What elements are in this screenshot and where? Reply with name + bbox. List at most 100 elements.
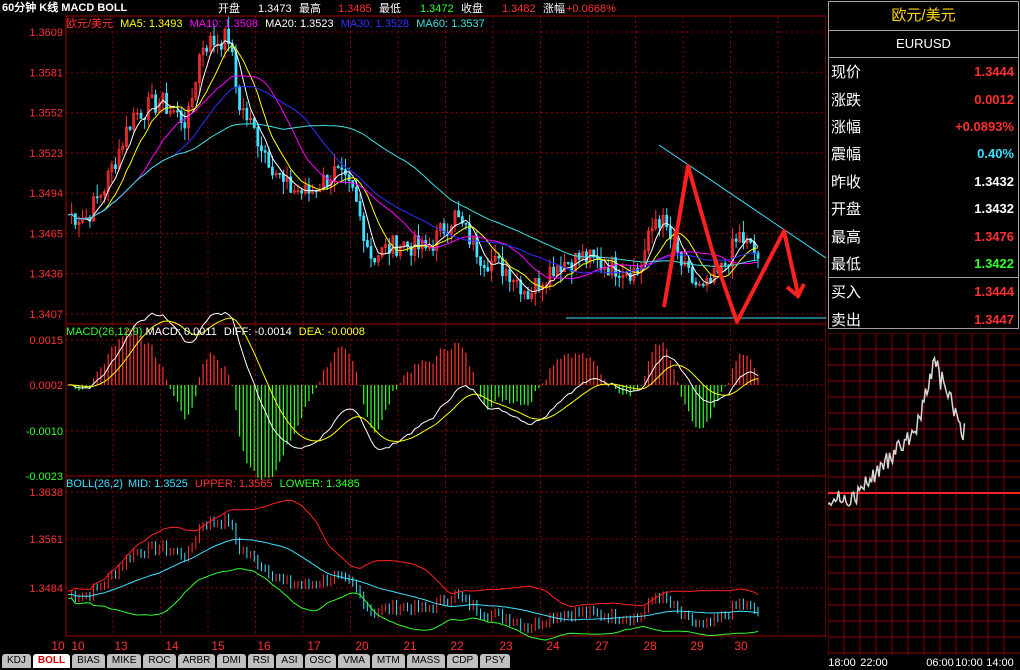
quote-row: 最高 1.3476	[829, 222, 1018, 249]
x-tick-label: 27	[595, 639, 609, 653]
boll-title: BOLL(26,2)	[66, 478, 123, 490]
x-tick-label: 10	[51, 639, 65, 653]
x-tick-label: 21	[403, 639, 417, 653]
macd-value: MACD: 0.0011	[145, 326, 217, 338]
tab-boll[interactable]: BOLL	[32, 654, 71, 668]
candle-body	[212, 35, 216, 46]
x-tick-label: 23	[499, 639, 513, 653]
intraday-price-line	[828, 355, 966, 507]
quote-row-value: 1.3476	[974, 228, 1014, 244]
tab-osc[interactable]: OSC	[304, 654, 337, 668]
candle-body	[325, 174, 329, 187]
candle-body	[362, 215, 366, 241]
quote-row: 卖出 1.3447	[829, 306, 1018, 333]
tab-kdj[interactable]: KDJ	[2, 654, 31, 668]
candle-body	[252, 117, 256, 128]
candle-body	[278, 172, 282, 175]
candle-body	[351, 180, 355, 188]
candle-body	[271, 166, 274, 176]
quote-row: 涨幅 +0.0893%	[829, 113, 1018, 140]
candle-body	[723, 262, 727, 266]
intraday-x-label: 18:00	[828, 657, 856, 669]
y-tick-label: -0.0010	[26, 426, 63, 438]
intraday-x-label: 10:00	[955, 657, 983, 669]
candle-body	[690, 267, 694, 283]
candle-body	[176, 110, 179, 113]
boll-upper-line	[67, 499, 759, 608]
tab-asi[interactable]: ASI	[276, 654, 303, 668]
quote-row-value: 1.3447	[974, 311, 1014, 327]
x-tick-label: 24	[546, 639, 560, 653]
quote-row-label: 卖出	[831, 311, 862, 329]
tab-mike[interactable]: MIKE	[106, 654, 142, 668]
x-tick-label: 14	[165, 639, 179, 653]
ma30-line	[67, 85, 759, 274]
tab-roc[interactable]: ROC	[143, 654, 176, 668]
x-tick-label: 22	[450, 639, 464, 653]
tab-rsi[interactable]: RSI	[247, 654, 275, 668]
candle-body	[552, 266, 555, 277]
quote-row-value: 0.0012	[974, 91, 1014, 107]
x-tick-label: 16	[257, 639, 271, 653]
tab-mtm[interactable]: MTM	[371, 654, 405, 668]
ma30-label: MA30: 1.3528	[340, 18, 410, 30]
quote-row-label: 昨收	[831, 173, 862, 191]
y-tick-label: 1.3523	[29, 148, 63, 160]
candle-body	[508, 269, 512, 282]
x-tick-label: 20	[355, 639, 369, 653]
ma20-label: MA20: 1.3523	[265, 18, 334, 30]
quote-row: 最低 1.3422	[829, 250, 1018, 277]
boll-lower: LOWER: 1.3485	[279, 478, 360, 490]
candle-body	[365, 240, 369, 247]
y-tick-label: 1.3552	[29, 108, 63, 120]
y-tick-label: -0.0023	[26, 471, 63, 483]
tab-arbr[interactable]: ARBR	[177, 654, 216, 668]
tab-mass[interactable]: MASS	[406, 654, 446, 668]
tab-cdp[interactable]: CDP	[447, 654, 479, 668]
tab-dmi[interactable]: DMI	[217, 654, 246, 668]
ma60-line	[67, 123, 759, 268]
ma10-label: MA10: 1.3508	[189, 18, 259, 30]
candle-body	[73, 213, 77, 225]
quote-rows: 现价 1.3444 涨跌 0.0012 涨幅 +0.0893% 震幅 0.40% 昨收 1.343…	[829, 58, 1018, 333]
candle-body	[234, 51, 238, 87]
x-tick-label: 15	[211, 639, 225, 653]
quote-row-value: 0.40%	[977, 146, 1014, 162]
tab-vma[interactable]: VMA	[338, 654, 370, 668]
tab-bias[interactable]: BIAS	[72, 654, 105, 668]
candle-body	[263, 150, 267, 153]
candle-body	[665, 214, 669, 228]
intraday-x-label: 22:00	[860, 657, 888, 669]
x-tick-label: 10	[71, 639, 85, 653]
quote-row-label: 买入	[831, 284, 862, 302]
candle-body	[369, 246, 373, 259]
y-tick-label: 1.3465	[29, 228, 63, 240]
quote-row-value: 1.3422	[974, 255, 1014, 271]
symbol-label: 欧元/美元	[66, 18, 114, 30]
boll-legend: BOLL(26,2) MID: 1.3525 UPPER: 1.3565 LOW…	[66, 477, 360, 491]
candle-body	[457, 210, 461, 218]
quote-row-value: 1.3432	[974, 173, 1014, 189]
candle-body	[537, 278, 541, 290]
candle-body	[260, 145, 263, 152]
x-tick-label: 17	[307, 639, 321, 653]
candle-body	[741, 232, 745, 244]
candle-body	[395, 235, 398, 256]
candle-body	[355, 186, 358, 202]
candle-body	[526, 291, 530, 300]
tab-psy[interactable]: PSY	[480, 654, 511, 668]
quote-row-label: 涨幅	[831, 118, 862, 136]
indicator-tabs: KDJ BOLL BIAS MIKE ROC ARBR DMI RSI ASI OSC VMA MTM…	[0, 654, 826, 670]
quote-row-label: 震幅	[831, 146, 862, 164]
quote-row-value: 1.3444	[974, 64, 1014, 80]
x-tick-label: 30	[734, 639, 748, 653]
boll-upper: UPPER: 1.3565	[194, 478, 273, 490]
candle-body	[566, 262, 570, 264]
candle-body	[128, 126, 132, 130]
candle-body	[701, 283, 705, 286]
candle-body	[559, 265, 563, 273]
quote-row-label: 现价	[831, 64, 862, 82]
y-tick-label: 1.3407	[29, 309, 63, 321]
intraday-chart[interactable]: 18:00 22:00 06:00 10:00 14:00	[828, 333, 1020, 670]
candle-body	[256, 127, 260, 147]
